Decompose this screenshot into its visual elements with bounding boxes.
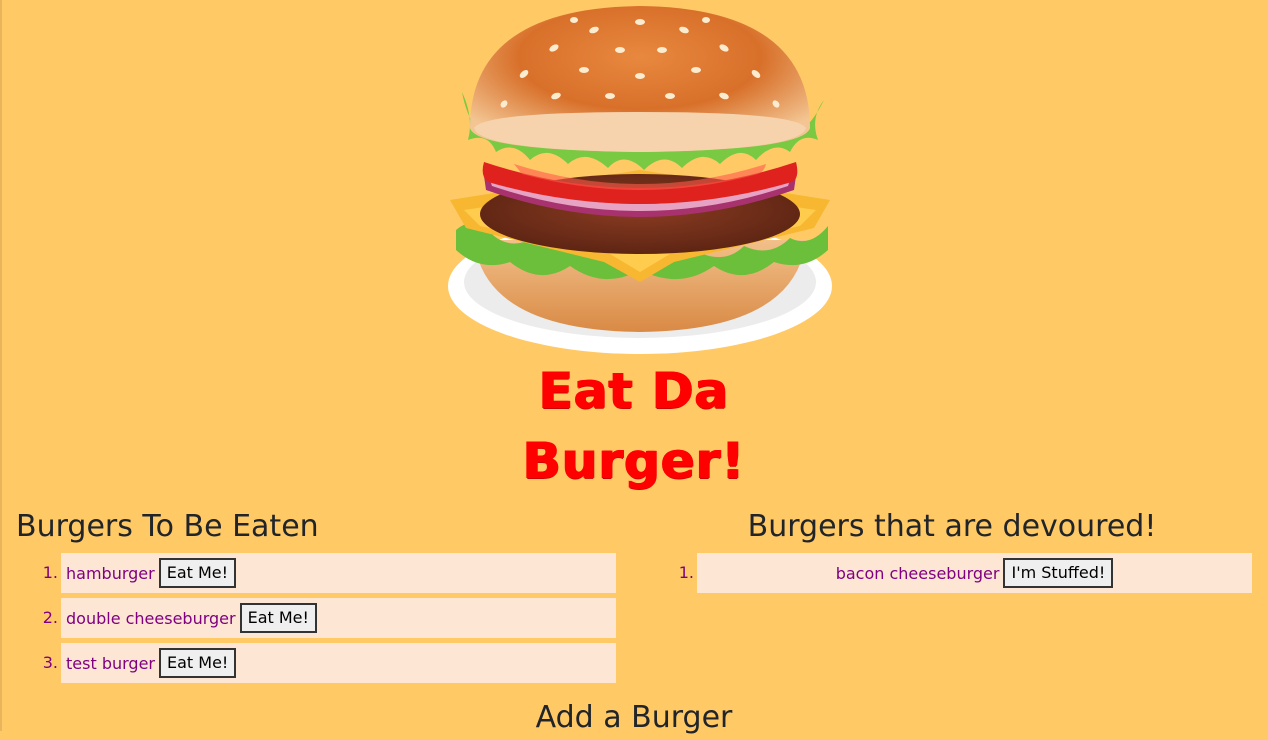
list-number: 1. [42,563,58,582]
eat-me-button[interactable]: Eat Me! [239,603,317,633]
burger-row: bacon cheeseburger I'm Stuffed! [697,553,1252,593]
to-eat-heading: Burgers To Be Eaten [16,509,319,544]
add-burger-heading: Add a Burger [535,700,733,735]
burger-name: bacon cheeseburger [835,563,1000,583]
eat-me-button[interactable]: Eat Me! [158,558,237,588]
page-title: Eat Da Burger! [434,356,834,496]
title-line-2: Burger! [522,432,746,490]
im-stuffed-button[interactable]: I'm Stuffed! [1003,558,1114,588]
eat-me-button[interactable]: Eat Me! [158,648,237,678]
burger-row: hamburger Eat Me! [61,553,616,593]
burger-name: double cheeseburger [66,608,236,628]
list-number: 3. [42,653,58,672]
list-item: 2. double cheeseburger Eat Me! [36,598,616,638]
devoured-heading: Burgers that are devoured! [747,509,1157,544]
list-number: 2. [42,608,58,627]
burger-name: hamburger [66,563,155,583]
devoured-list: 1. bacon cheeseburger I'm Stuffed! [672,553,1252,598]
page-left-border [0,0,2,731]
burger-row: test burger Eat Me! [61,643,616,683]
title-line-1: Eat Da [538,362,730,420]
list-item: 1. bacon cheeseburger I'm Stuffed! [672,553,1252,593]
burger-image [448,6,832,354]
list-number: 1. [678,563,694,582]
to-eat-list: 1. hamburger Eat Me! 2. double cheesebur… [36,553,616,688]
burger-row: double cheeseburger Eat Me! [61,598,616,638]
burger-name: test burger [66,653,155,673]
list-item: 3. test burger Eat Me! [36,643,616,683]
list-item: 1. hamburger Eat Me! [36,553,616,593]
